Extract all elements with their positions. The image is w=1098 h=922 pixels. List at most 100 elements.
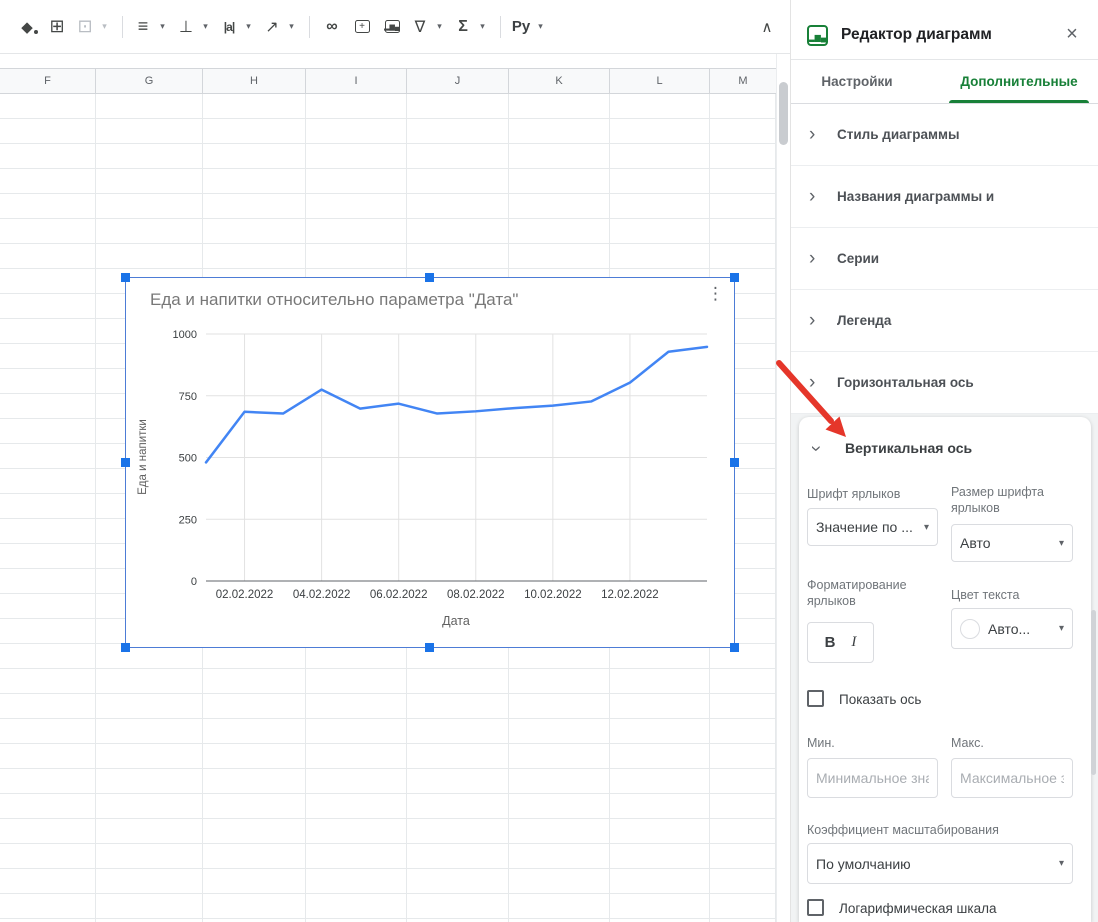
caret-down-icon: ▾ — [1059, 858, 1064, 869]
merge-cells-button[interactable]: ⊡ — [73, 13, 97, 41]
create-filter-button[interactable]: ∇ — [408, 13, 432, 41]
show-axis-checkbox[interactable] — [807, 690, 824, 707]
label-font-size-select[interactable]: Авто ▾ — [951, 524, 1073, 562]
x-tick-label: 06.02.2022 — [370, 589, 428, 601]
log-scale-label: Логарифмическая шкала — [839, 901, 996, 916]
y-tick-label: 1000 — [173, 329, 197, 341]
data-series-line — [206, 347, 707, 463]
vertical-align-caret[interactable]: ▾ — [199, 13, 212, 41]
log-scale-checkbox[interactable] — [807, 899, 824, 916]
vertical-align-button[interactable]: ⊥ — [174, 13, 198, 41]
borders-icon: ⊞ — [49, 16, 64, 37]
max-input[interactable] — [951, 758, 1073, 798]
panel-scrollbar-thumb[interactable] — [1091, 610, 1096, 775]
column-header-j[interactable]: J — [407, 69, 509, 93]
column-header-m[interactable]: M — [710, 69, 776, 93]
text-rotation-caret[interactable]: ▾ — [285, 13, 298, 41]
sigma-icon: Σ — [458, 18, 468, 36]
bold-button[interactable]: B — [825, 634, 836, 651]
caret-down-icon: ▾ — [203, 21, 208, 32]
scale-factor-select[interactable]: По умолчанию ▾ — [807, 843, 1073, 884]
section-chart-axis-titles[interactable]: › Названия диаграммы и — [791, 166, 1098, 228]
toolbar-divider — [122, 16, 123, 38]
text-wrap-button[interactable]: |a| — [217, 13, 241, 41]
scale-factor-label: Коэффициент масштабирования — [807, 822, 1077, 838]
toolbar: ◆ ⊞ ⊡ ▾ ≡ ▾ ⊥ ▾ | — [0, 0, 790, 54]
column-header-k[interactable]: K — [509, 69, 610, 93]
italic-button[interactable]: I — [851, 634, 856, 651]
caret-down-icon: ▾ — [924, 522, 929, 533]
functions-caret[interactable]: ▾ — [476, 13, 489, 41]
toolbar-divider — [500, 16, 501, 38]
caret-down-icon: ▾ — [246, 21, 251, 32]
chart-plot: 0250500750100002.02.202204.02.202206.02.… — [126, 278, 736, 649]
min-input[interactable] — [807, 758, 938, 798]
caret-down-icon: ▾ — [437, 21, 442, 32]
scrollbar-thumb[interactable] — [779, 82, 788, 145]
horizontal-align-button[interactable]: ≡ — [131, 13, 155, 41]
column-header-l[interactable]: L — [610, 69, 710, 93]
x-tick-label: 02.02.2022 — [216, 589, 274, 601]
embedded-chart[interactable]: Еда и напитки относительно параметра "Да… — [125, 277, 735, 648]
text-color-select[interactable]: Авто... ▾ — [951, 608, 1073, 649]
insert-comment-button[interactable]: + — [350, 13, 374, 41]
input-tools-button[interactable]: Ру — [509, 13, 533, 41]
label-format-group: B I — [807, 622, 874, 663]
column-header-h[interactable]: H — [203, 69, 306, 93]
section-series[interactable]: › Серии — [791, 228, 1098, 290]
y-tick-label: 250 — [179, 514, 197, 526]
text-wrap-caret[interactable]: ▾ — [242, 13, 255, 41]
close-panel-button[interactable]: × — [1060, 22, 1084, 46]
section-legend[interactable]: › Легенда — [791, 290, 1098, 352]
label-format-label: Форматирование ярлыков — [807, 577, 937, 609]
text-rotation-button[interactable]: ↗ — [260, 13, 284, 41]
merge-cells-caret[interactable]: ▾ — [98, 13, 111, 41]
borders-button[interactable]: ⊞ — [45, 13, 69, 41]
caret-down-icon: ▾ — [102, 21, 107, 32]
caret-down-icon: ▾ — [160, 21, 165, 32]
sheet-area: ◆ ⊞ ⊡ ▾ ≡ ▾ ⊥ ▾ | — [0, 0, 790, 922]
insert-comment-icon: + — [355, 20, 370, 33]
vertical-align-icon: ⊥ — [179, 17, 193, 37]
caret-down-icon: ▾ — [289, 21, 294, 32]
x-tick-label: 08.02.2022 — [447, 589, 505, 601]
sheet-vertical-scrollbar[interactable] — [776, 54, 790, 922]
horizontal-align-icon: ≡ — [138, 16, 149, 37]
create-filter-caret[interactable]: ▾ — [433, 13, 446, 41]
min-label: Мин. — [807, 735, 835, 751]
filter-icon: ∇ — [415, 17, 426, 37]
horizontal-align-caret[interactable]: ▾ — [156, 13, 169, 41]
hide-toolbar-button[interactable]: ∧ — [753, 13, 781, 41]
grid-line — [95, 94, 96, 922]
input-tools-label: Ру — [512, 18, 530, 35]
tab-settings[interactable]: Настройки — [809, 60, 905, 103]
google-sheets-window: ◆ ⊞ ⊡ ▾ ≡ ▾ ⊥ ▾ | — [0, 0, 1098, 922]
label-font-label: Шрифт ярлыков — [807, 486, 942, 502]
functions-button[interactable]: Σ — [451, 13, 475, 41]
chevron-right-icon: › — [809, 249, 827, 268]
caret-down-icon: ▾ — [1059, 538, 1064, 549]
max-label: Макс. — [951, 735, 984, 751]
chevron-right-icon: › — [809, 187, 827, 206]
panel-tabs: Настройки Дополнительные — [791, 60, 1098, 104]
close-icon: × — [1066, 23, 1078, 46]
insert-link-button[interactable]: ∞ — [320, 13, 344, 41]
column-header-f[interactable]: F — [0, 69, 96, 93]
chevron-right-icon: › — [809, 373, 827, 392]
input-tools-caret[interactable]: ▾ — [534, 13, 547, 41]
column-header-g[interactable]: G — [96, 69, 203, 93]
label-font-select[interactable]: Значение по ... ▾ — [807, 508, 938, 546]
label-font-size-label: Размер шрифта ярлыков — [951, 484, 1075, 516]
section-chart-style[interactable]: › Стиль диаграммы — [791, 104, 1098, 166]
chart-editor-panel: ▂▆▄ Редактор диаграмм × Настройки Дополн… — [790, 0, 1098, 922]
tab-customize[interactable]: Дополнительные — [949, 60, 1089, 103]
insert-chart-button[interactable]: ▂▆▄ — [380, 13, 404, 41]
chevron-down-icon[interactable]: › — [807, 445, 826, 451]
chevron-right-icon: › — [809, 125, 827, 144]
toolbar-divider — [309, 16, 310, 38]
chevron-up-icon: ∧ — [762, 18, 773, 36]
column-header-i[interactable]: I — [306, 69, 407, 93]
section-horizontal-axis[interactable]: › Горизонтальная ось — [791, 352, 1098, 414]
fill-color-button[interactable]: ◆ — [15, 13, 39, 41]
x-axis-title: Дата — [356, 614, 556, 628]
